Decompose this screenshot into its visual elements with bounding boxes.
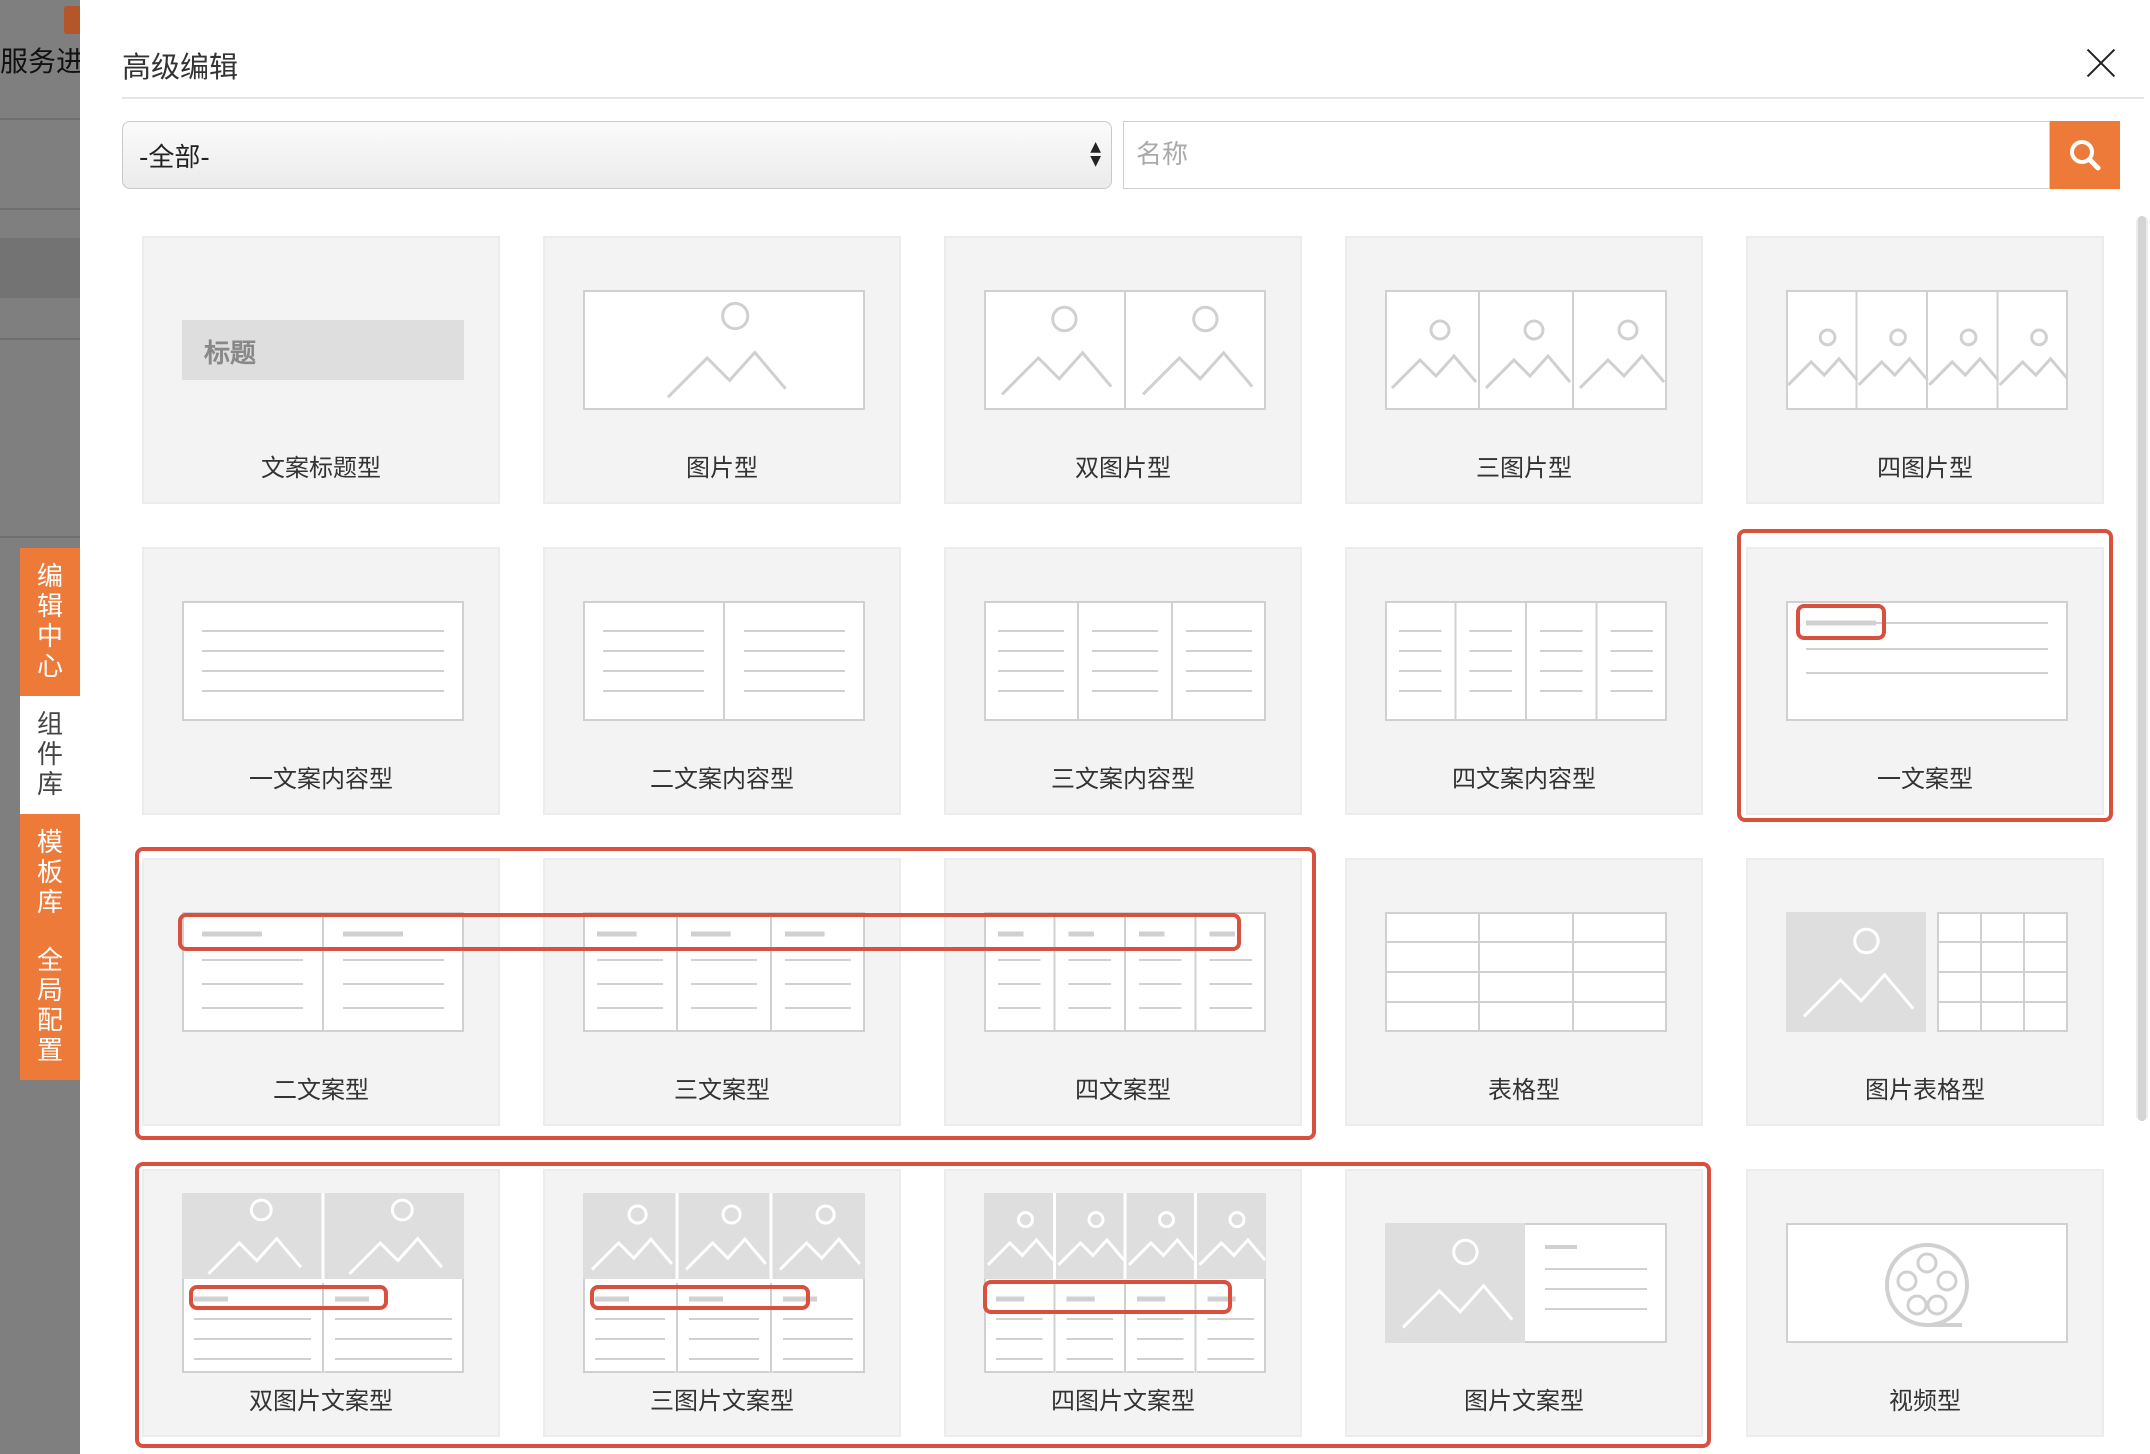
component-label: 双图片文案型: [249, 1387, 393, 1415]
component-card[interactable]: 四文案内容型: [1345, 547, 1703, 815]
component-label: 图片文案型: [1464, 1387, 1584, 1415]
component-card[interactable]: 双图片文案型: [142, 1169, 500, 1437]
component-card[interactable]: 三图片型: [1345, 236, 1703, 504]
component-card[interactable]: 四图片型: [1746, 236, 2104, 504]
component-card[interactable]: 二文案内容型: [543, 547, 901, 815]
component-label: 四文案型: [1075, 1076, 1171, 1104]
component-thumbnail: [1385, 601, 1667, 721]
divider: [0, 536, 80, 538]
component-card[interactable]: 图片型: [543, 236, 901, 504]
component-card[interactable]: 三文案内容型: [944, 547, 1302, 815]
component-label: 四图片型: [1877, 454, 1973, 482]
component-label: 四文案内容型: [1452, 765, 1596, 793]
component-thumbnail: [1786, 601, 2068, 721]
component-thumbnail: [984, 912, 1266, 1032]
category-select[interactable]: -全部- ▲ ▼: [122, 121, 1112, 189]
component-label: 双图片型: [1075, 454, 1171, 482]
component-card[interactable]: 表格型: [1345, 858, 1703, 1126]
component-card[interactable]: 一文案型: [1746, 547, 2104, 815]
divider: [0, 338, 80, 340]
component-label: 视频型: [1889, 1387, 1961, 1415]
component-thumbnail: [583, 1193, 865, 1373]
divider: [0, 208, 80, 210]
side-tab-bar: 编辑中心组件库模板库全局配置: [20, 548, 80, 1080]
thumb-title-text: 标题: [204, 339, 256, 369]
component-label: 图片表格型: [1865, 1076, 1985, 1104]
select-arrows-icon: ▲ ▼: [1090, 139, 1101, 169]
component-card[interactable]: 视频型: [1746, 1169, 2104, 1437]
component-thumbnail: [182, 1193, 464, 1373]
component-card[interactable]: 一文案内容型: [142, 547, 500, 815]
component-thumbnail: [1786, 290, 2070, 410]
side-tab-edit-center[interactable]: 编辑中心: [20, 548, 80, 696]
component-thumbnail: [583, 912, 865, 1032]
search-icon: [2070, 140, 2101, 171]
scrollbar[interactable]: [2136, 216, 2148, 1121]
component-thumbnail: [984, 290, 1266, 410]
component-label: 三图片文案型: [650, 1387, 794, 1415]
modal-title: 高级编辑: [122, 50, 239, 84]
component-label: 图片型: [686, 454, 758, 482]
component-label: 一文案内容型: [249, 765, 393, 793]
component-thumbnail: [182, 912, 464, 1032]
component-thumbnail: 标题: [182, 290, 464, 410]
component-thumbnail: [583, 601, 865, 721]
component-card[interactable]: 标题文案标题型: [142, 236, 500, 504]
component-thumbnail: [984, 601, 1266, 721]
component-label: 文案标题型: [261, 454, 381, 482]
name-search-input[interactable]: [1123, 121, 2050, 189]
component-thumbnail: [1786, 912, 2068, 1032]
side-tab-template-library[interactable]: 模板库: [20, 814, 80, 932]
component-label: 表格型: [1488, 1076, 1560, 1104]
category-select-value: -全部-: [139, 142, 210, 173]
component-label: 一文案型: [1877, 765, 1973, 793]
divider: [122, 97, 2144, 99]
component-thumbnail: [1385, 1223, 1667, 1343]
component-card[interactable]: 三文案型: [543, 858, 901, 1126]
divider: [0, 118, 80, 120]
side-tab-global-config[interactable]: 全局配置: [20, 932, 80, 1080]
side-tab-component-library[interactable]: 组件库: [20, 696, 80, 814]
component-label: 三文案型: [674, 1076, 770, 1104]
component-card[interactable]: 图片表格型: [1746, 858, 2104, 1126]
component-card[interactable]: 四图片文案型: [944, 1169, 1302, 1437]
component-thumbnail: [583, 290, 865, 410]
component-label: 二文案内容型: [650, 765, 794, 793]
component-label: 四图片文案型: [1051, 1387, 1195, 1415]
component-card[interactable]: 二文案型: [142, 858, 500, 1126]
background-title: 服务进: [0, 45, 80, 78]
component-thumbnail: [1385, 290, 1667, 410]
component-label: 三图片型: [1476, 454, 1572, 482]
component-thumbnail: [182, 601, 464, 721]
scrollbar-thumb[interactable]: [2138, 216, 2146, 1121]
advanced-edit-modal: 高级编辑 -全部- ▲▼ 标题文案标题型图片型双图片型三图片型四图片型一文案内容…: [80, 0, 2150, 1454]
component-card[interactable]: 三图片文案型: [543, 1169, 901, 1437]
component-card[interactable]: 双图片型: [944, 236, 1302, 504]
component-thumbnail: [984, 1193, 1267, 1373]
component-card[interactable]: 四文案型: [944, 858, 1302, 1126]
component-thumbnail: [1385, 912, 1667, 1032]
component-thumbnail: [1786, 1223, 2068, 1343]
component-label: 二文案型: [273, 1076, 369, 1104]
component-card[interactable]: 图片文案型: [1345, 1169, 1703, 1437]
background-band: [0, 238, 80, 298]
search-button[interactable]: [2050, 121, 2120, 189]
component-label: 三文案内容型: [1051, 765, 1195, 793]
close-icon[interactable]: [2086, 48, 2116, 78]
